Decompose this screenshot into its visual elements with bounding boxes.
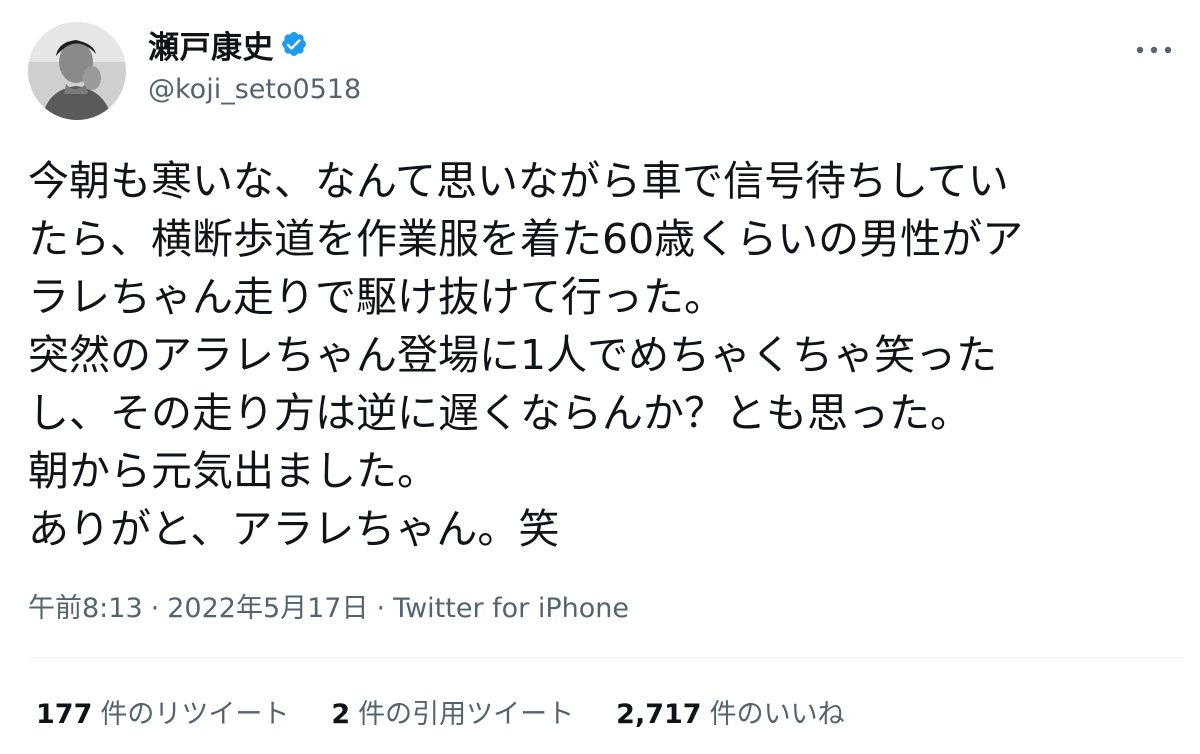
- tweet-text-line: ラレちゃん走りで駆け抜けて行った。: [28, 273, 725, 321]
- tweet-meta: 午前8:13 · 2022年5月17日 · Twitter for iPhone: [28, 586, 629, 625]
- author-display-name[interactable]: 瀬戸康史: [148, 22, 274, 67]
- meta-separator: ·: [150, 593, 160, 624]
- divider: [28, 657, 1184, 658]
- quotes-stat[interactable]: 2 件の引用ツイート: [331, 692, 574, 731]
- tweet-source[interactable]: Twitter for iPhone: [393, 593, 629, 624]
- verified-badge-icon: [280, 30, 308, 58]
- retweets-label: 件のリツイート: [100, 699, 290, 730]
- avatar-photo-icon: [28, 22, 126, 120]
- display-name-row: 瀬戸康史: [148, 22, 361, 67]
- author-handle[interactable]: @koji_seto0518: [148, 74, 361, 105]
- likes-label: 件のいいね: [709, 699, 845, 730]
- tweet-text-line: 今朝も寒いな、なんて思いながら車で信号待ちしてい: [28, 157, 1009, 205]
- tweet-time[interactable]: 午前8:13: [28, 593, 143, 624]
- tweet-text-line: 突然のアラレちゃん登場に1人でめちゃくちゃ笑った: [28, 331, 998, 379]
- tweet-date[interactable]: 2022年5月17日: [167, 593, 368, 624]
- retweets-stat[interactable]: 177 件のリツイート: [36, 692, 289, 731]
- likes-count: 2,717: [616, 699, 702, 730]
- tweet-text-line: 朝から元気出ました。: [28, 447, 438, 495]
- tweet-text-line: し、その走り方は逆に遅くならんか？とも思った。: [28, 389, 971, 437]
- quotes-count: 2: [331, 699, 351, 730]
- more-options-icon: [1136, 46, 1172, 54]
- tweet-text: 今朝も寒いな、なんて思いながら車で信号待ちしてい たら、横断歩道を作業服を着た6…: [28, 152, 1168, 558]
- author-avatar[interactable]: [28, 22, 126, 120]
- likes-stat[interactable]: 2,717 件のいいね: [616, 692, 844, 731]
- meta-separator: ·: [376, 593, 386, 624]
- tweet-card: 瀬戸康史 @koji_seto0518 今朝も寒いな、なんて思いながら車で信号待…: [0, 0, 1200, 754]
- tweet-text-line: ありがと、アラレちゃん。笑: [28, 505, 560, 553]
- more-options-button[interactable]: [1132, 36, 1176, 64]
- author-names: 瀬戸康史 @koji_seto0518: [148, 22, 361, 106]
- tweet-text-line: たら、横断歩道を作業服を着た60歳くらいの男性がア: [28, 215, 1024, 263]
- quotes-label: 件の引用ツイート: [358, 699, 575, 730]
- retweets-count: 177: [36, 699, 93, 730]
- tweet-header: 瀬戸康史 @koji_seto0518: [28, 16, 1176, 120]
- tweet-stats: 177 件のリツイート 2 件の引用ツイート 2,717 件のいいね: [36, 692, 887, 731]
